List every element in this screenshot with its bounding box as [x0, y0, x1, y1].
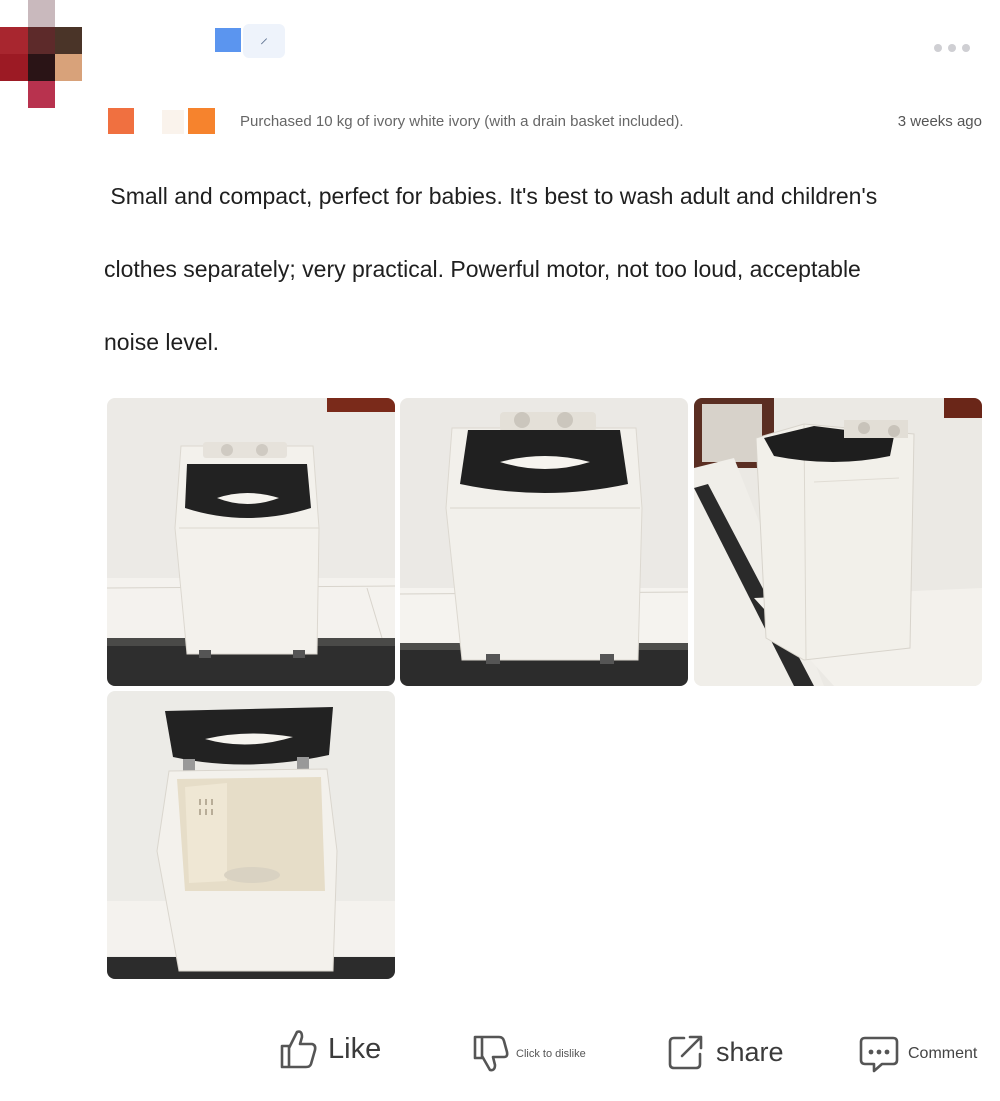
- review-text: Small and compact, perfect for babies. I…: [104, 183, 878, 355]
- like-label: Like: [328, 1032, 382, 1065]
- avatar[interactable]: [0, 0, 82, 108]
- share-label: share: [716, 1036, 784, 1067]
- purchase-info: Purchased 10 kg of ivory white ivory (wi…: [240, 113, 684, 130]
- blurred-username-block: [162, 110, 184, 134]
- photo-thumbnail[interactable]: [694, 398, 982, 686]
- thumbs-down-icon: [473, 1035, 509, 1072]
- comment-button[interactable]: Comment: [858, 1034, 977, 1074]
- dislike-button[interactable]: Click to dislike: [472, 1034, 586, 1074]
- user-level-badge: ⸝: [243, 24, 285, 58]
- ellipsis-icon[interactable]: [934, 44, 970, 52]
- action-bar: Like Click to dislike share Comment: [0, 1028, 1000, 1078]
- photo-thumbnail[interactable]: [107, 398, 395, 686]
- photo-thumbnail[interactable]: [107, 691, 395, 979]
- blurred-username-block: [188, 108, 215, 134]
- timestamp: 3 weeks ago: [897, 113, 982, 130]
- blurred-username-block: [108, 108, 134, 134]
- share-icon: [668, 1035, 703, 1070]
- photo-thumbnail[interactable]: [400, 398, 688, 686]
- comment-icon: [859, 1036, 899, 1073]
- review-meta: Purchased 10 kg of ivory white ivory (wi…: [0, 108, 1000, 136]
- like-button[interactable]: Like: [278, 1028, 381, 1070]
- comment-label: Comment: [908, 1045, 978, 1062]
- user-badge: [215, 28, 241, 52]
- dislike-label: Click to dislike: [516, 1048, 586, 1060]
- thumbs-up-icon: [280, 1030, 317, 1069]
- share-button[interactable]: share: [666, 1032, 784, 1072]
